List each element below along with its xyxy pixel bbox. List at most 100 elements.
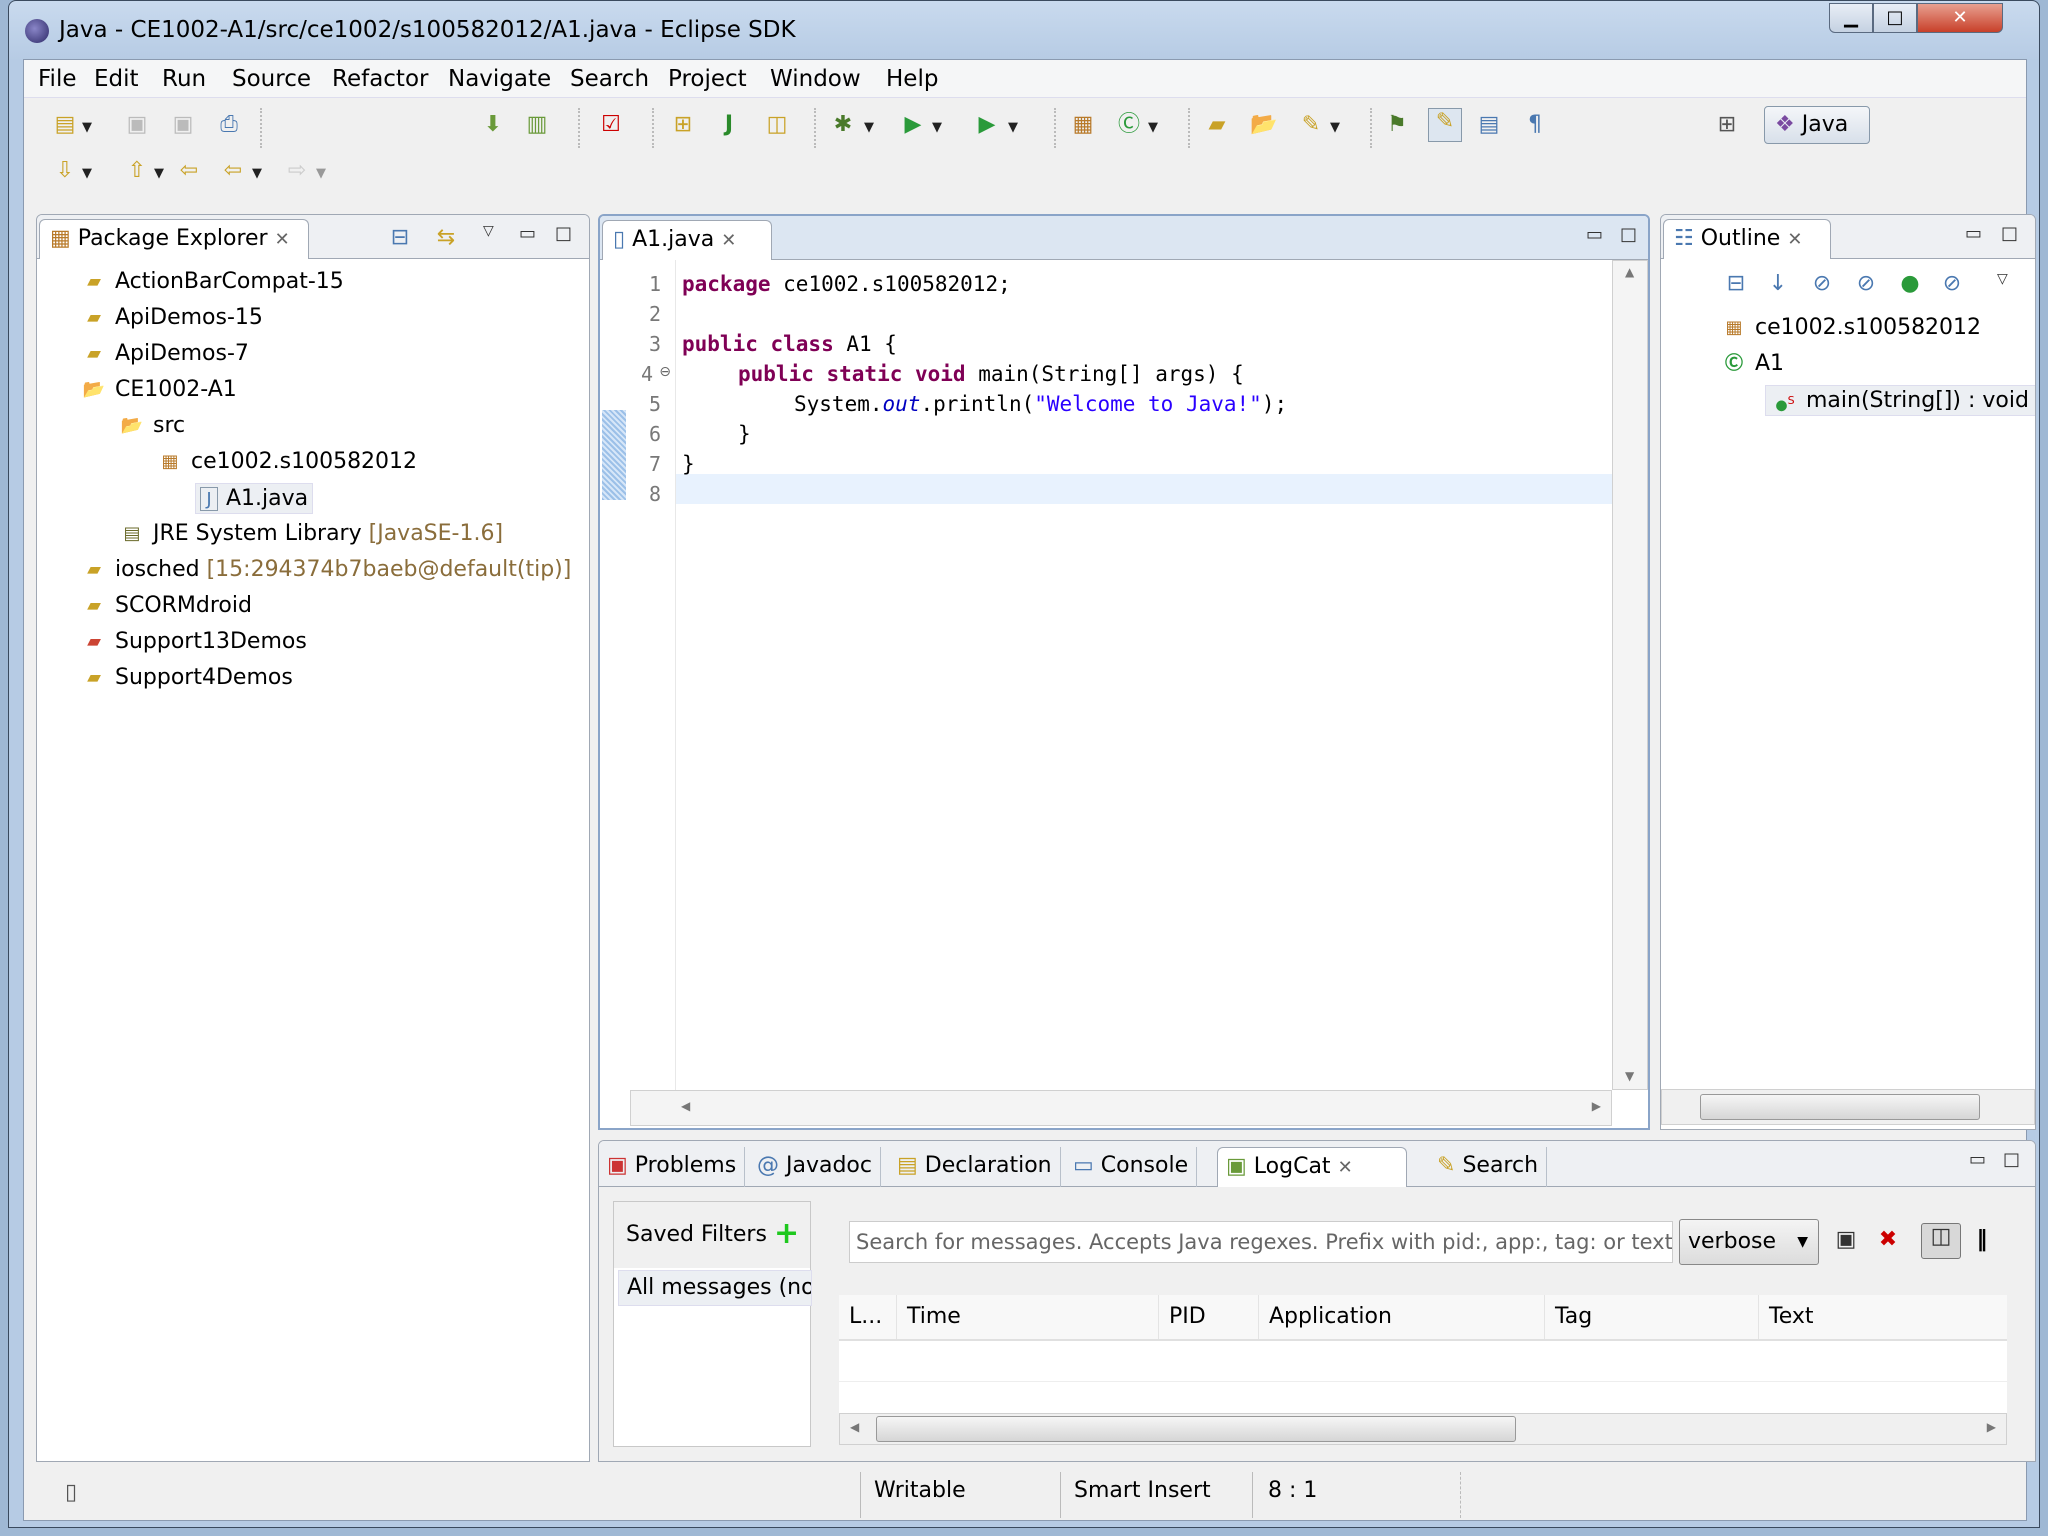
tab-problems[interactable]: ▣ Problems (599, 1147, 746, 1187)
tree-item-project[interactable]: ▰ ApiDemos-15 (81, 305, 263, 330)
tab-search[interactable]: ✎ Search (1429, 1147, 1548, 1187)
tree-item-java-file[interactable]: J A1.java (195, 483, 314, 514)
tree-item-project[interactable]: 📂 CE1002-A1 (81, 377, 237, 402)
open-type-icon[interactable]: ▰ (1204, 112, 1230, 138)
next-annotation-icon[interactable]: ⇩ (52, 158, 78, 184)
column-pid[interactable]: PID (1159, 1295, 1259, 1339)
tab-a1-java[interactable]: ▯ A1.java ✕ (602, 220, 772, 260)
link-with-editor-icon[interactable]: ⇆ (433, 225, 459, 251)
close-icon[interactable]: ✕ (1338, 1157, 1353, 1178)
new-xml-icon[interactable]: ◫ (764, 112, 790, 138)
previous-annotation-icon[interactable]: ⇧ (124, 158, 150, 184)
maximize-button[interactable]: □ (1873, 3, 1917, 33)
run-icon[interactable]: ▶ (900, 112, 926, 138)
minimize-view-icon[interactable]: ▭ (519, 223, 536, 244)
menu-help[interactable]: Help (886, 66, 938, 92)
tree-item-library[interactable]: ▤ JRE System Library [JavaSE-1.6] (119, 521, 503, 546)
back-icon[interactable]: ⇦ (220, 158, 246, 184)
minimize-view-icon[interactable]: ▭ (1965, 223, 1982, 244)
menu-run[interactable]: Run (162, 66, 206, 92)
horizontal-scrollbar[interactable] (1661, 1089, 2035, 1125)
minimize-button[interactable]: ▁ (1829, 3, 1873, 33)
menu-refactor[interactable]: Refactor (332, 66, 428, 92)
java-perspective-button[interactable]: ❖ Java (1764, 106, 1870, 144)
save-icon[interactable]: ▣ (124, 112, 150, 138)
tree-item-src-folder[interactable]: 📂 src (119, 413, 185, 438)
outline-method[interactable]: ●S main(String[]) : void (1765, 385, 2035, 416)
print-icon[interactable]: ⎙ (216, 112, 242, 138)
lint-check-icon[interactable]: ☑ (598, 112, 624, 138)
run-external-icon[interactable]: ▶ (974, 112, 1000, 138)
save-all-icon[interactable]: ▣ (170, 112, 196, 138)
menu-file[interactable]: File (38, 66, 77, 92)
tab-console[interactable]: ▭ Console (1065, 1147, 1198, 1187)
new-class-icon[interactable]: Ⓒ (1116, 112, 1142, 138)
android-sdk-manager-icon[interactable]: ⬇ (480, 112, 506, 138)
save-log-icon[interactable]: ▣ (1833, 1227, 1859, 1253)
add-filter-icon[interactable]: + (774, 1216, 799, 1251)
filter-item-all-messages[interactable]: All messages (no (618, 1270, 812, 1306)
minimize-view-icon[interactable]: ▭ (1969, 1149, 1986, 1170)
menu-navigate[interactable]: Navigate (448, 66, 551, 92)
menu-window[interactable]: Window (770, 66, 861, 92)
maximize-view-icon[interactable]: □ (2003, 1149, 2020, 1170)
horizontal-scrollbar[interactable]: ◀ ▶ (630, 1090, 1612, 1126)
outline-class[interactable]: Ⓒ A1 (1721, 351, 1784, 376)
horizontal-scrollbar[interactable]: ◀ ▶ (839, 1413, 2007, 1445)
minimize-view-icon[interactable]: ▭ (1586, 224, 1603, 245)
maximize-view-icon[interactable]: □ (555, 223, 572, 244)
toggle-filters-pane-icon[interactable]: ◫ (1921, 1223, 1961, 1259)
sort-icon[interactable]: ↓ (1765, 271, 1791, 297)
tab-declaration[interactable]: ▤ Declaration (889, 1147, 1061, 1187)
code-area[interactable]: package ce1002.s100582012; public class … (676, 260, 1612, 1090)
menu-project[interactable]: Project (668, 66, 747, 92)
tab-javadoc[interactable]: @ Javadoc (749, 1147, 881, 1187)
last-edit-location-icon[interactable]: ⇦ (176, 158, 202, 184)
menu-source[interactable]: Source (232, 66, 311, 92)
tree-item-project[interactable]: ▰ ActionBarCompat-15 (81, 269, 344, 294)
column-application[interactable]: Application (1259, 1295, 1545, 1339)
close-icon[interactable]: ✕ (721, 230, 736, 251)
close-button[interactable]: ✕ (1917, 3, 2003, 33)
view-menu-icon[interactable]: ▽ (1997, 271, 2008, 287)
logcat-search-input[interactable]: Search for messages. Accepts Java regexe… (849, 1221, 1673, 1263)
tree-item-project[interactable]: ▰ ApiDemos-7 (81, 341, 249, 366)
maximize-view-icon[interactable]: □ (2001, 223, 2018, 244)
column-time[interactable]: Time (897, 1295, 1159, 1339)
new-android-project-icon[interactable]: ⊞ (670, 112, 696, 138)
tree-item-project[interactable]: ▰ Support13Demos (81, 629, 307, 654)
collapse-all-icon[interactable]: ⊟ (1723, 271, 1749, 297)
outline-package[interactable]: ▦ ce1002.s100582012 (1721, 315, 1981, 340)
column-text[interactable]: Text (1759, 1295, 2007, 1339)
open-perspective-icon[interactable]: ⊞ (1714, 112, 1740, 138)
column-tag[interactable]: Tag (1545, 1295, 1759, 1339)
open-task-icon[interactable]: 📂 (1250, 112, 1277, 138)
hide-local-types-icon[interactable]: ⊘ (1939, 271, 1965, 297)
menu-edit[interactable]: Edit (94, 66, 139, 92)
hide-fields-icon[interactable]: ⊘ (1809, 271, 1835, 297)
clear-log-icon[interactable]: ✖ (1875, 1227, 1901, 1253)
log-level-select[interactable]: verbose ▼ (1679, 1219, 1819, 1265)
show-whitespace-icon[interactable]: ¶ (1522, 112, 1548, 138)
toggle-breadcrumb-icon[interactable]: ⚑ (1384, 112, 1410, 138)
fold-icon[interactable]: ⊖ (659, 364, 671, 380)
tree-item-project[interactable]: ▰ SCORMdroid (81, 593, 252, 618)
tab-logcat[interactable]: ▣ LogCat ✕ (1217, 1147, 1407, 1187)
tab-outline[interactable]: ☷ Outline ✕ (1663, 219, 1831, 259)
view-menu-icon[interactable]: ▽ (483, 223, 494, 239)
tree-item-project[interactable]: ▰ iosched [15:294374b7baeb@default(tip)] (81, 557, 571, 582)
tree-item-package[interactable]: ▦ ce1002.s100582012 (157, 449, 417, 474)
fast-view-icon[interactable]: ▯ (58, 1480, 84, 1506)
close-icon[interactable]: ✕ (275, 229, 290, 250)
tree-item-project[interactable]: ▰ Support4Demos (81, 665, 293, 690)
pause-icon[interactable]: ‖ (1969, 1227, 1995, 1253)
hide-non-public-icon[interactable]: ● (1897, 271, 1923, 297)
maximize-view-icon[interactable]: □ (1620, 224, 1637, 245)
search-tool-icon[interactable]: ✎ (1298, 112, 1324, 138)
debug-icon[interactable]: ✱ (830, 112, 856, 138)
forward-icon[interactable]: ⇨ (284, 158, 310, 184)
android-avd-manager-icon[interactable]: ▥ (524, 112, 550, 138)
mark-occurrences-icon[interactable]: ✎ (1428, 108, 1462, 142)
block-selection-icon[interactable]: ▤ (1476, 112, 1502, 138)
vertical-scrollbar[interactable]: ▲ ▼ (1612, 260, 1648, 1090)
